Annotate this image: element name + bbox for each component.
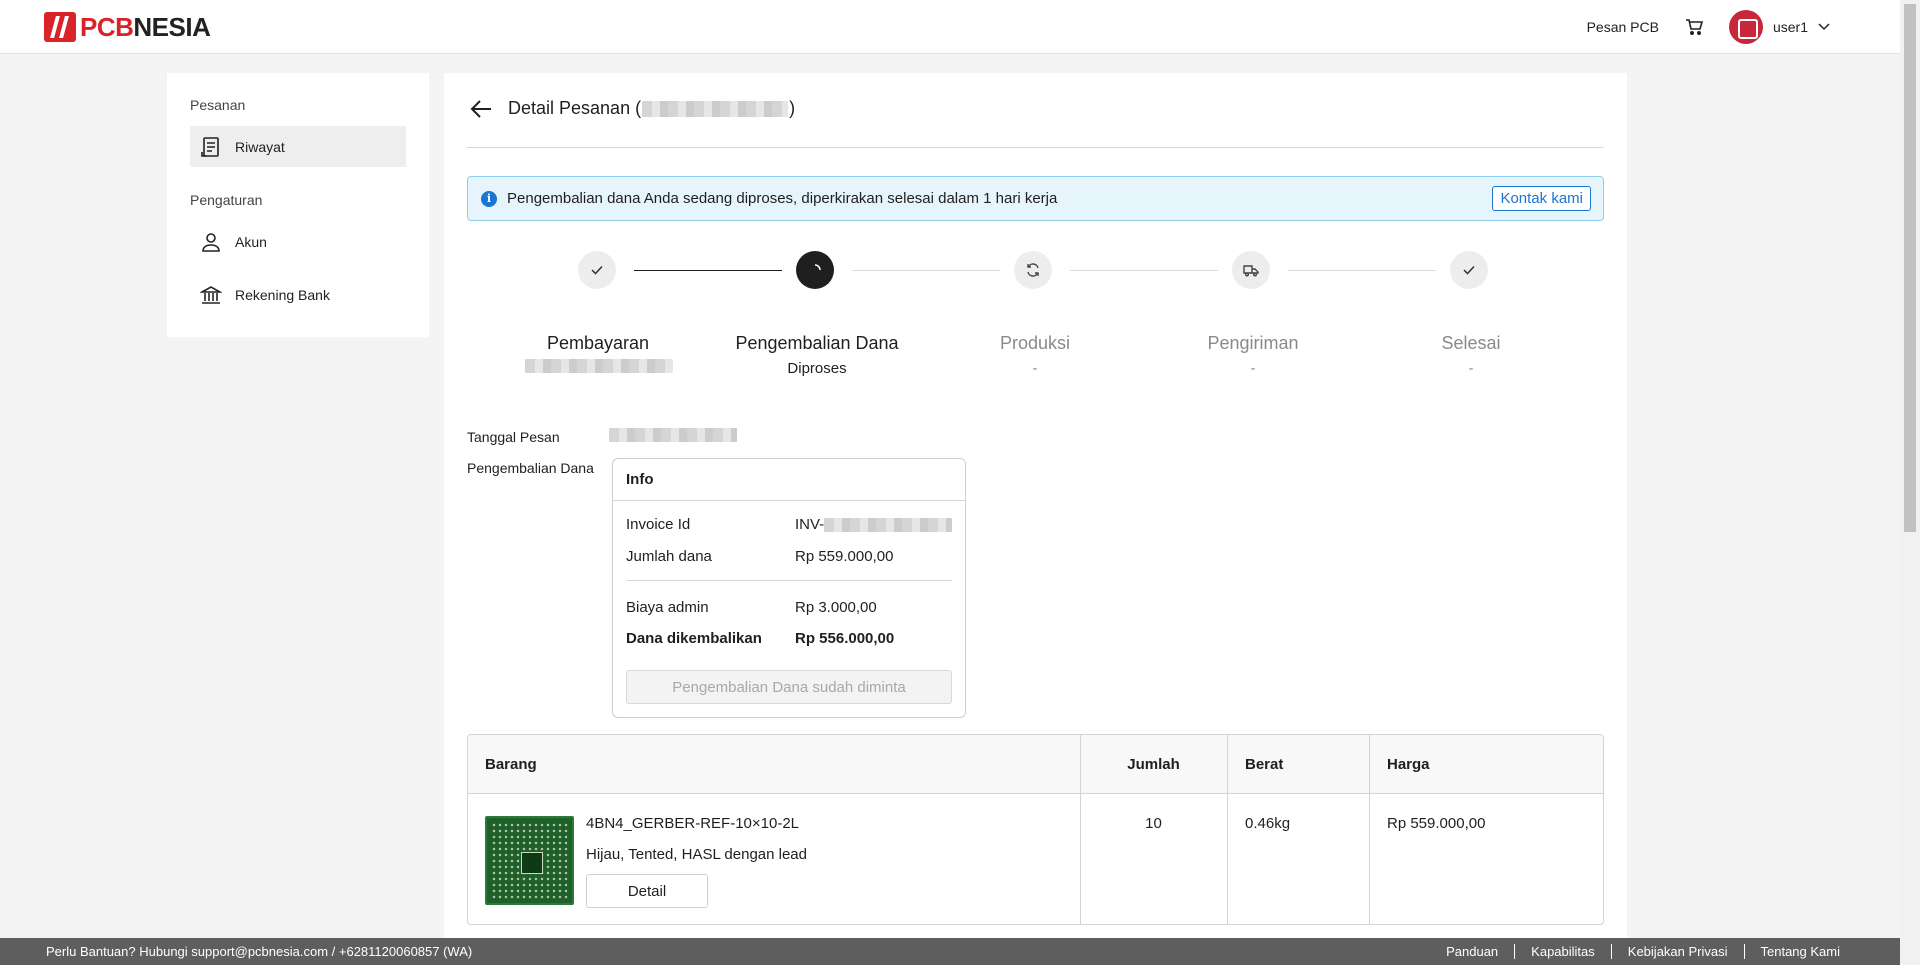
col-header-qty: Jumlah [1127,756,1180,773]
invoice-row: Invoice Id INV- [626,516,953,533]
pcb-thumbnail[interactable] [485,816,574,905]
step-connector [852,270,1000,271]
step-done [1450,251,1488,289]
order-detail-panel: Detail Pesanan ( ) i Pengembalian dana A… [444,73,1627,965]
step-refund [796,251,834,289]
alert-text: Pengembalian dana Anda sedang diproses, … [507,190,1058,207]
col-header-price: Harga [1387,756,1430,773]
step-sub: Diproses [787,360,847,377]
info-icon: i [481,190,497,207]
user-name[interactable]: user1 [1773,19,1808,35]
scrollbar-thumb[interactable] [1904,4,1916,532]
step-sub: - [1468,360,1474,377]
item-detail-button[interactable]: Detail [586,874,708,908]
item-price: Rp 559.000,00 [1387,815,1486,832]
step-production [1014,251,1052,289]
contact-us-button[interactable]: Kontak kami [1492,186,1591,211]
check-icon [1463,265,1475,275]
step-sub: - [1032,360,1038,377]
pcbnesia-logo[interactable]: PCBNESIA [44,11,211,42]
nav-order-pcb[interactable]: Pesan PCB [1587,19,1659,35]
bank-icon [200,285,222,304]
logo-mark-icon [44,12,76,42]
footer-help-text: Perlu Bantuan? Hubungi support@pcbnesia.… [46,944,473,959]
step-label: Pengembalian Dana [735,333,899,353]
footer-link-privacy[interactable]: Kebijakan Privasi [1610,944,1744,959]
info-card-title: Info [613,459,965,501]
refund-requested-button[interactable]: Pengembalian Dana sudah diminta [626,670,952,704]
info-divider [626,580,952,581]
step-connector [1288,270,1436,271]
item-spec: Hijau, Tented, HASL dengan lead [586,846,807,863]
col-header-item: Barang [485,756,537,773]
avatar[interactable] [1728,10,1763,44]
redacted-invoice-id [824,518,953,532]
step-payment [578,251,616,289]
refund-total-row: Dana dikembalikan Rp 556.000,00 [626,630,895,647]
step-shipping [1232,251,1270,289]
sidebar-group-orders: Pesanan [190,97,246,113]
chevron-down-icon[interactable] [1818,23,1830,31]
check-icon [591,265,603,275]
footer-bar: Perlu Bantuan? Hubungi support@pcbnesia.… [0,938,1900,965]
sidebar-item-label: Riwayat [235,138,285,155]
col-header-weight: Berat [1245,756,1284,773]
step-sub: - [1250,360,1256,377]
col-separator [1227,735,1228,924]
refresh-icon [1027,263,1039,277]
table-header-row [468,735,1603,794]
sidebar-item-account[interactable]: Akun [190,221,406,262]
step-label: Pengiriman [1207,333,1299,353]
step-connector [1070,270,1218,271]
refund-label: Pengembalian Dana [467,460,594,476]
cart-icon[interactable] [1685,19,1703,35]
sidebar-item-label: Rekening Bank [235,286,330,303]
sidebar-item-history[interactable]: Riwayat [190,126,406,167]
page-scrollbar[interactable] [1900,0,1920,965]
page-title: Detail Pesanan ( ) [508,98,796,118]
redacted-payment-date [525,359,673,373]
top-header: PCBNESIA Pesan PCB user1 [0,0,1900,54]
title-divider [467,147,1604,148]
redacted-order-date [609,428,737,442]
order-date-label: Tanggal Pesan [467,429,560,445]
admin-fee-row: Biaya admin Rp 3.000,00 [626,599,877,616]
footer-link-about[interactable]: Tentang Kami [1743,944,1857,959]
back-arrow-icon[interactable] [470,99,492,119]
item-weight: 0.46kg [1245,815,1291,832]
redacted-order-id [642,100,789,117]
items-table: Barang Jumlah Berat Harga 4BN4_GERBER-RE… [467,734,1604,925]
footer-link-capabilities[interactable]: Kapabilitas [1514,944,1611,959]
sidebar-item-bank[interactable]: Rekening Bank [190,274,406,315]
refund-info-card: Info Invoice Id INV- Jumlah dana Rp 559.… [612,458,966,718]
receipt-icon [201,136,219,157]
col-separator [1369,735,1370,924]
user-icon [202,232,220,252]
refund-alert: i Pengembalian dana Anda sedang diproses… [467,176,1604,221]
sidebar-group-settings: Pengaturan [190,192,263,208]
truck-icon [1243,265,1259,277]
sidebar: Pesanan Riwayat Pengaturan Akun Rekening… [167,73,429,337]
footer-link-guide[interactable]: Panduan [1430,944,1514,959]
spinner-icon [814,264,821,271]
step-label: Produksi [999,333,1071,353]
amount-row: Jumlah dana Rp 559.000,00 [626,548,894,565]
step-label: Selesai [1441,333,1501,353]
item-name: 4BN4_GERBER-REF-10×10-2L [586,815,800,832]
sidebar-item-label: Akun [235,233,267,250]
item-qty: 10 [1145,815,1162,832]
step-label: Pembayaran [546,333,650,353]
step-connector [634,270,782,271]
logo-text: PCBNESIA [80,11,211,42]
